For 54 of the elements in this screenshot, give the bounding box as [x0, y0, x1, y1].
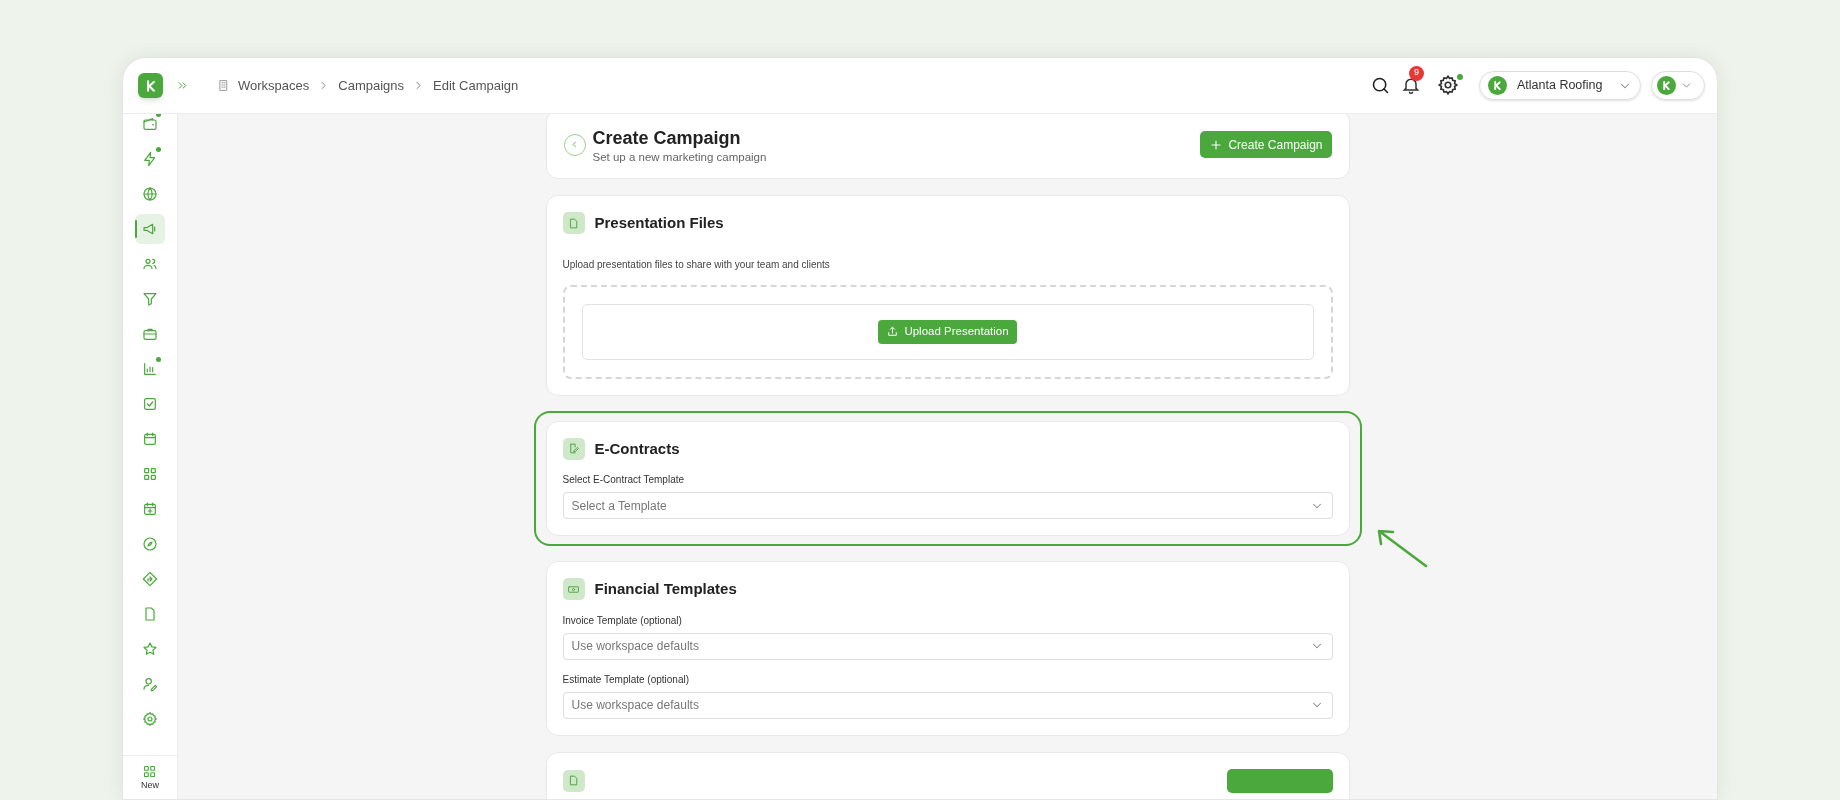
- search-icon: [1370, 75, 1391, 96]
- settings-icon: [142, 711, 158, 727]
- document-icon: [567, 216, 580, 230]
- action-button[interactable]: [1226, 768, 1333, 793]
- upload-presentation-button[interactable]: Upload Presentation: [878, 319, 1017, 344]
- star-icon: [142, 641, 158, 657]
- user-pen-icon: [142, 676, 158, 692]
- signature-icon: [567, 442, 580, 456]
- template-select[interactable]: Use workspace defaults: [562, 632, 1333, 660]
- file-icon: [142, 606, 158, 622]
- calendar-icon: [142, 431, 158, 447]
- workspace-logo-icon: [1488, 76, 1507, 95]
- page-subtitle: Set up a new marketing campaign: [592, 149, 767, 165]
- upload-dropzone[interactable]: Upload Presentation: [562, 284, 1333, 379]
- section-title: E-Contracts: [594, 438, 680, 459]
- template-select[interactable]: Use workspace defaults: [562, 691, 1333, 719]
- filter-icon: [142, 291, 158, 307]
- briefcase-icon: [142, 326, 158, 342]
- field-label: Invoice Template (optional): [562, 613, 683, 628]
- grid-icon: [142, 764, 158, 779]
- grid-icon: [142, 466, 158, 482]
- checkbox-icon: [142, 396, 158, 412]
- app-logo[interactable]: [138, 73, 163, 98]
- section-title: Financial Templates: [594, 579, 737, 599]
- expand-icon[interactable]: [176, 79, 189, 92]
- section-title: Presentation Files: [594, 213, 724, 233]
- new-button[interactable]: New: [141, 764, 159, 791]
- template-select[interactable]: Select a Template: [562, 492, 1333, 519]
- pointer-arrow: [1375, 527, 1428, 568]
- breadcrumb-link[interactable]: Workspaces: [238, 75, 310, 96]
- upload-icon: [886, 325, 900, 338]
- notification-badge: 9: [1409, 65, 1424, 81]
- wallet-icon: [142, 116, 158, 132]
- plus-icon: [1209, 137, 1224, 152]
- breadcrumb-link[interactable]: Campaigns: [338, 75, 405, 96]
- lightning-icon: [142, 151, 158, 167]
- breadcrumb-link[interactable]: Edit Campaign: [433, 75, 519, 96]
- megaphone-icon: [142, 221, 158, 237]
- document-icon: [567, 774, 580, 787]
- compass-icon: [142, 536, 158, 552]
- user-avatar-icon: [1657, 76, 1676, 95]
- directions-icon: [142, 571, 158, 587]
- page-title: Create Campaign: [592, 126, 742, 149]
- section-description: Upload presentation files to share with your team and clients: [562, 257, 831, 272]
- upload-field[interactable]: Upload Presentation: [581, 303, 1314, 360]
- users-icon: [142, 256, 158, 272]
- calendar-plus-icon: [142, 501, 158, 517]
- field-label: Estimate Template (optional): [562, 672, 691, 687]
- building-icon: [217, 79, 230, 92]
- bar-chart-icon: [142, 361, 158, 377]
- sidebar-nav-item[interactable]: [135, 214, 165, 244]
- field-label: Select E-Contract Template: [562, 473, 686, 487]
- create-campaign-button[interactable]: Create Campaign: [1200, 131, 1332, 158]
- globe-icon: [142, 186, 158, 202]
